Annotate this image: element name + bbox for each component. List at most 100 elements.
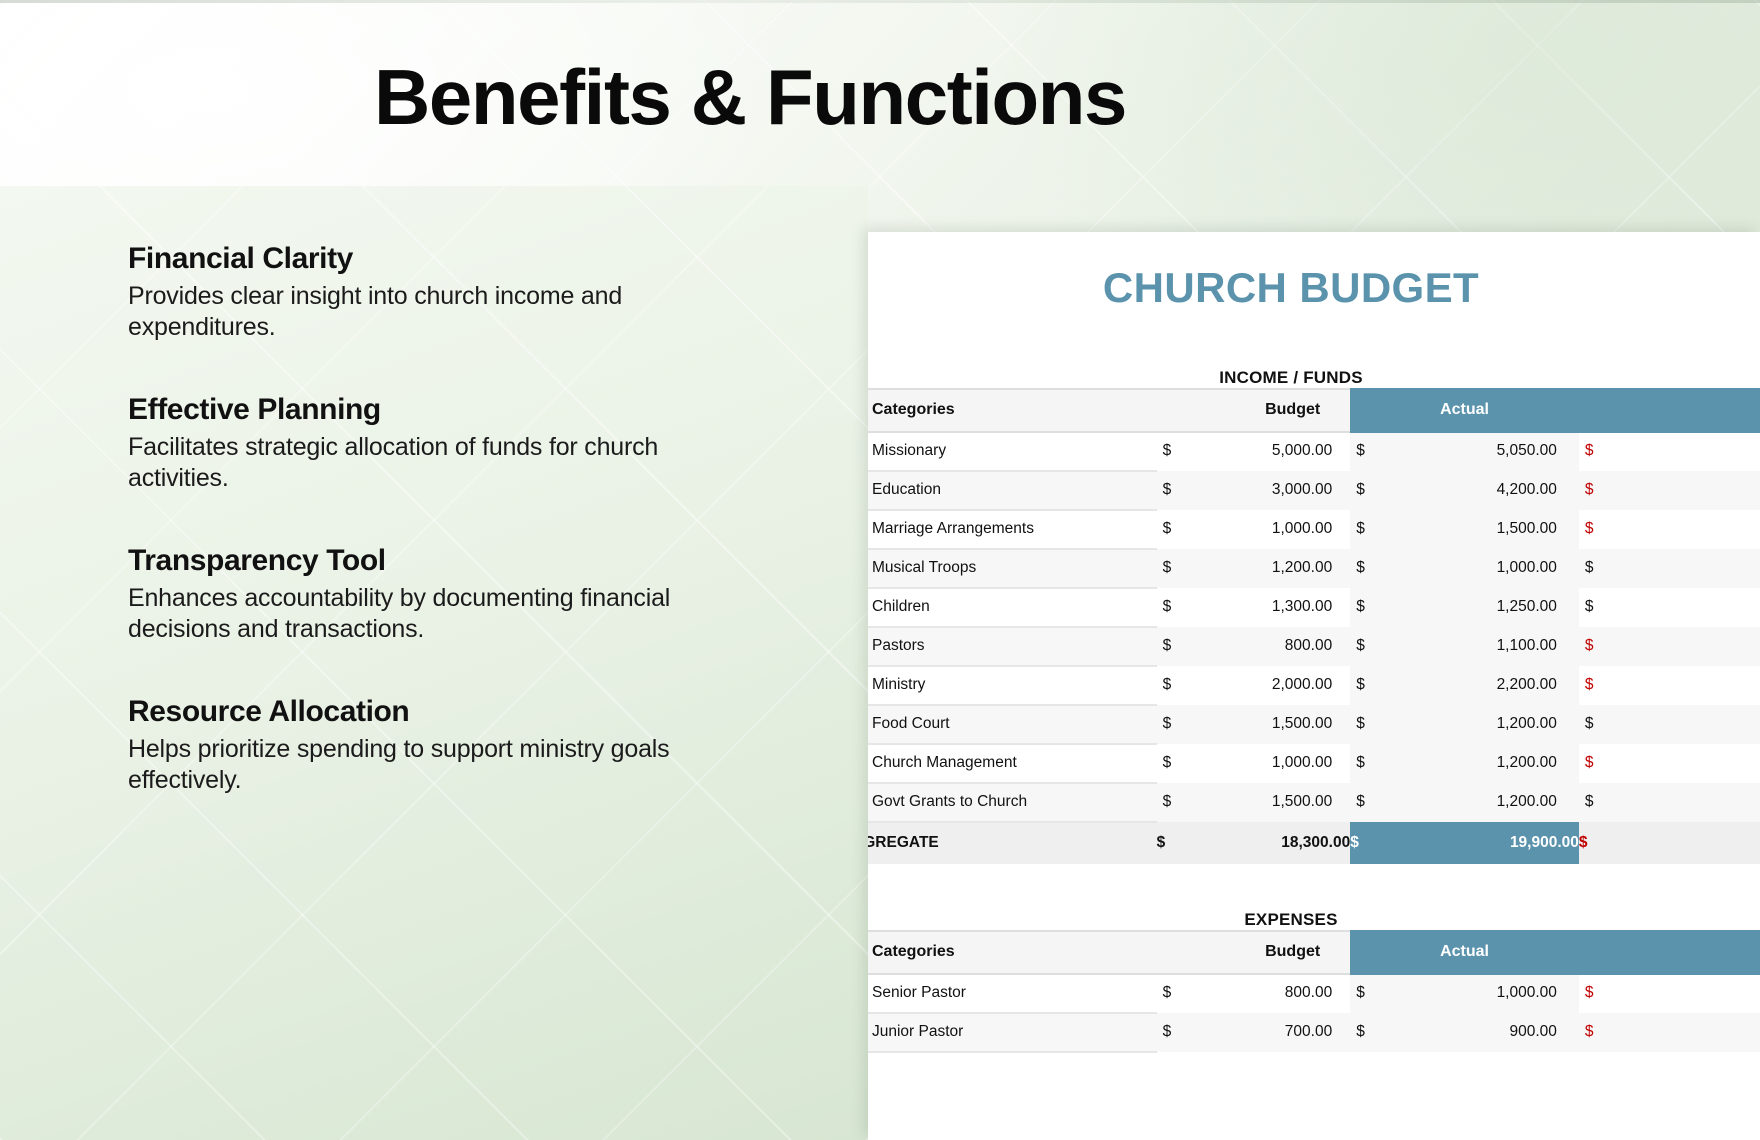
- cell-category[interactable]: Church Management: [868, 744, 1157, 784]
- cell-actual-value[interactable]: 1,250.00: [1392, 588, 1579, 627]
- column-header-categories[interactable]: Categories: [868, 388, 1157, 433]
- cell-variance-value[interactable]: [1621, 549, 1760, 588]
- cell-actual-value[interactable]: 5,050.00: [1392, 432, 1579, 471]
- cell-budget-value[interactable]: 3,000.00: [1194, 471, 1351, 510]
- cell-budget-value[interactable]: 18,300.00: [1194, 821, 1351, 864]
- cell-actual-value[interactable]: 1,200.00: [1392, 783, 1579, 822]
- cell-budget-value[interactable]: 800.00: [1194, 627, 1351, 666]
- cell-budget-currency[interactable]: $: [1156, 1013, 1195, 1052]
- cell-variance-value[interactable]: [1621, 705, 1760, 744]
- column-header-categories[interactable]: Categories: [868, 930, 1157, 975]
- cell-actual-currency[interactable]: $: [1350, 705, 1393, 744]
- cell-budget-currency[interactable]: $: [1156, 821, 1195, 864]
- cell-variance-currency[interactable]: $: [1578, 549, 1622, 588]
- cell-budget-currency[interactable]: $: [1157, 432, 1195, 471]
- cell-category[interactable]: Children: [868, 588, 1157, 628]
- cell-actual-currency[interactable]: $: [1350, 821, 1393, 864]
- cell-category[interactable]: Junior Pastor: [868, 1013, 1157, 1053]
- cell-budget-value[interactable]: 1,000.00: [1194, 744, 1350, 783]
- cell-actual-currency[interactable]: $: [1350, 627, 1393, 666]
- cell-variance-currency[interactable]: $: [1579, 974, 1622, 1013]
- column-header-budget[interactable]: Budget: [1156, 930, 1351, 975]
- cell-actual-value[interactable]: 1,000.00: [1392, 974, 1579, 1013]
- column-header-actual[interactable]: Actual: [1350, 930, 1579, 975]
- cell-variance-currency[interactable]: $: [1579, 744, 1622, 783]
- cell-budget-value[interactable]: 5,000.00: [1194, 432, 1350, 471]
- cell-variance-value[interactable]: [1622, 432, 1760, 471]
- cell-category[interactable]: Food Court: [868, 705, 1157, 745]
- cell-variance-value[interactable]: (1,6: [1621, 821, 1760, 864]
- cell-actual-value[interactable]: 1,200.00: [1392, 705, 1579, 744]
- cell-category[interactable]: Senior Pastor: [868, 974, 1157, 1014]
- cell-budget-currency[interactable]: $: [1157, 974, 1195, 1013]
- cell-budget-currency[interactable]: $: [1156, 783, 1195, 822]
- cell-actual-currency[interactable]: $: [1350, 471, 1393, 510]
- cell-variance-currency[interactable]: $: [1578, 471, 1622, 510]
- benefit-title: Effective Planning: [128, 393, 381, 426]
- cell-variance-value[interactable]: (: [1622, 744, 1760, 783]
- cell-budget-currency[interactable]: $: [1157, 588, 1195, 627]
- cell-category[interactable]: Musical Troops: [868, 549, 1157, 589]
- column-header-variance[interactable]: Variance: [1578, 930, 1760, 975]
- cell-budget-value[interactable]: 1,300.00: [1194, 588, 1350, 627]
- cell-variance-currency[interactable]: $: [1579, 588, 1622, 627]
- cell-actual-currency[interactable]: $: [1350, 974, 1393, 1013]
- cell-actual-value[interactable]: 4,200.00: [1392, 471, 1579, 510]
- cell-budget-value[interactable]: 1,000.00: [1194, 510, 1350, 549]
- cell-variance-value[interactable]: [1621, 783, 1760, 822]
- column-header-budget[interactable]: Budget: [1156, 388, 1351, 433]
- cell-actual-currency[interactable]: $: [1350, 783, 1393, 822]
- cell-budget-value[interactable]: 700.00: [1194, 1013, 1351, 1052]
- cell-actual-value[interactable]: 1,100.00: [1392, 627, 1579, 666]
- cell-variance-currency[interactable]: $: [1579, 510, 1622, 549]
- cell-variance-value[interactable]: (: [1621, 627, 1760, 666]
- cell-category[interactable]: Ministry: [868, 666, 1157, 706]
- cell-budget-value[interactable]: 1,200.00: [1194, 549, 1351, 588]
- cell-actual-value[interactable]: 2,200.00: [1392, 666, 1579, 705]
- cell-budget-currency[interactable]: $: [1157, 666, 1195, 705]
- cell-actual-currency[interactable]: $: [1350, 549, 1393, 588]
- cell-budget-currency[interactable]: $: [1156, 471, 1195, 510]
- cell-variance-value[interactable]: (: [1622, 510, 1760, 549]
- cell-variance-value[interactable]: (1,: [1621, 471, 1760, 510]
- cell-actual-currency[interactable]: $: [1350, 510, 1393, 549]
- cell-budget-value[interactable]: 800.00: [1194, 974, 1350, 1013]
- cell-category[interactable]: Marriage Arrangements: [868, 510, 1157, 550]
- cell-budget-currency[interactable]: $: [1157, 510, 1195, 549]
- cell-actual-currency[interactable]: $: [1350, 432, 1393, 471]
- cell-actual-currency[interactable]: $: [1350, 588, 1393, 627]
- cell-actual-value[interactable]: 900.00: [1392, 1013, 1579, 1052]
- cell-budget-value[interactable]: 2,000.00: [1194, 666, 1350, 705]
- cell-category[interactable]: Govt Grants to Church: [868, 783, 1157, 823]
- cell-actual-value[interactable]: 1,200.00: [1392, 744, 1579, 783]
- cell-variance-currency[interactable]: $: [1578, 1013, 1622, 1052]
- cell-actual-value[interactable]: 1,000.00: [1392, 549, 1579, 588]
- cell-actual-currency[interactable]: $: [1350, 666, 1393, 705]
- cell-budget-currency[interactable]: $: [1157, 744, 1195, 783]
- cell-budget-currency[interactable]: $: [1156, 549, 1195, 588]
- cell-category[interactable]: Missionary: [868, 432, 1157, 472]
- cell-actual-currency[interactable]: $: [1350, 1013, 1393, 1052]
- column-header-variance[interactable]: Variance: [1578, 388, 1760, 433]
- cell-category[interactable]: AGGREGATE: [868, 821, 1157, 864]
- cell-actual-value[interactable]: 1,500.00: [1392, 510, 1579, 549]
- cell-variance-currency[interactable]: $: [1579, 432, 1622, 471]
- cell-category[interactable]: Pastors: [868, 627, 1157, 667]
- cell-variance-currency[interactable]: $: [1578, 705, 1622, 744]
- cell-budget-value[interactable]: 1,500.00: [1194, 705, 1351, 744]
- cell-variance-currency[interactable]: $: [1579, 666, 1622, 705]
- cell-variance-currency[interactable]: $: [1578, 627, 1622, 666]
- cell-category[interactable]: Education: [868, 471, 1157, 511]
- cell-variance-value[interactable]: (: [1622, 974, 1760, 1013]
- cell-budget-currency[interactable]: $: [1156, 705, 1195, 744]
- cell-actual-currency[interactable]: $: [1350, 744, 1393, 783]
- cell-actual-value[interactable]: 19,900.00: [1392, 821, 1579, 864]
- cell-variance-value[interactable]: [1622, 588, 1760, 627]
- cell-variance-value[interactable]: (: [1622, 666, 1760, 705]
- cell-variance-currency[interactable]: $: [1578, 783, 1622, 822]
- cell-budget-currency[interactable]: $: [1156, 627, 1195, 666]
- cell-budget-value[interactable]: 1,500.00: [1194, 783, 1351, 822]
- cell-variance-value[interactable]: (: [1621, 1013, 1760, 1052]
- column-header-actual[interactable]: Actual: [1350, 388, 1579, 433]
- cell-variance-currency[interactable]: $: [1578, 821, 1622, 864]
